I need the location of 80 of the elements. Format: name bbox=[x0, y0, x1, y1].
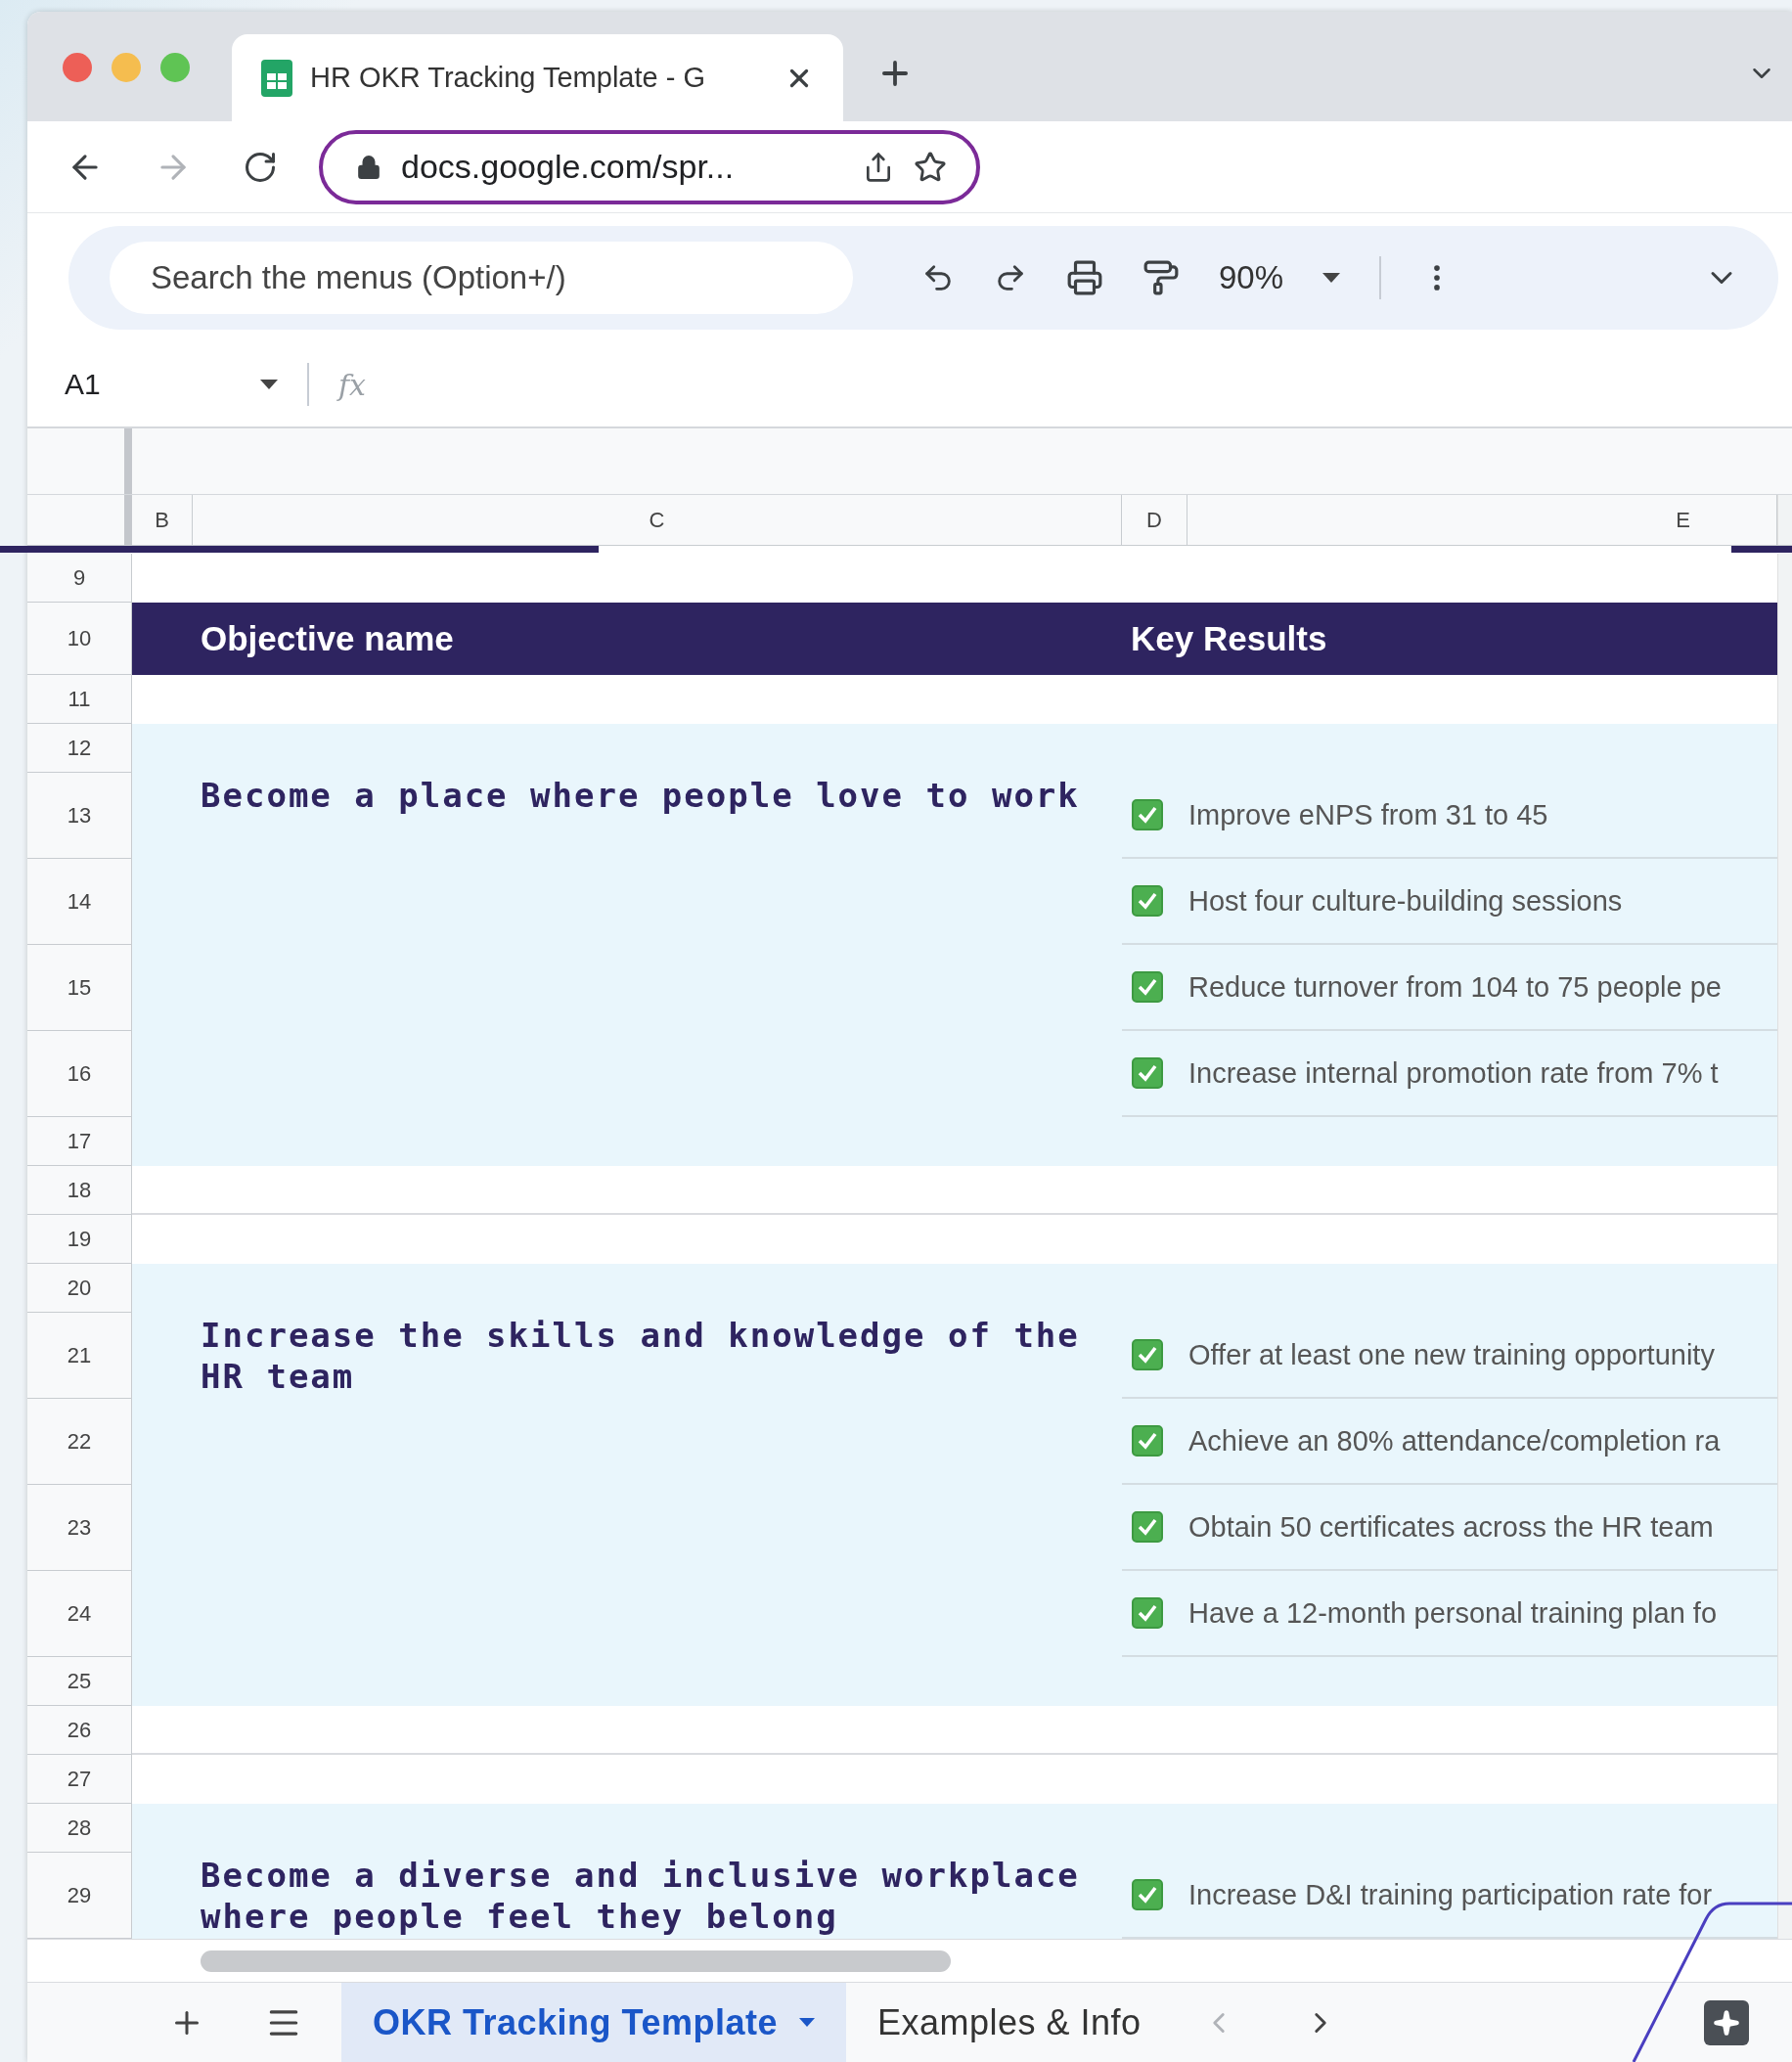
objective-title: Increase the skills and knowledge of the HR team bbox=[200, 1315, 1081, 1397]
row-number[interactable]: 18 bbox=[27, 1166, 131, 1215]
caret-icon[interactable] bbox=[798, 2018, 815, 2027]
checkbox[interactable] bbox=[1132, 885, 1163, 917]
row-number[interactable]: 27 bbox=[27, 1755, 131, 1804]
row-number[interactable]: 29 bbox=[27, 1853, 131, 1939]
key-result-text: Achieve an 80% attendance/completion ra bbox=[1188, 1424, 1721, 1457]
checkmark-icon bbox=[1137, 1885, 1158, 1905]
checkmark-icon bbox=[1137, 977, 1158, 997]
horizontal-scrollbar[interactable] bbox=[201, 1950, 951, 1972]
checkmark-icon bbox=[1137, 891, 1158, 911]
caret-icon[interactable] bbox=[1322, 273, 1341, 283]
cell-reference[interactable]: A1 bbox=[65, 368, 231, 401]
key-result-text: Improve eNPS from 31 to 45 bbox=[1188, 798, 1548, 831]
checkbox[interactable] bbox=[1132, 1879, 1163, 1910]
address-bar[interactable]: docs.google.com/spr... bbox=[319, 129, 980, 204]
checkmark-icon bbox=[1137, 1603, 1158, 1623]
checkbox[interactable] bbox=[1132, 1339, 1163, 1370]
row-number[interactable]: 17 bbox=[27, 1117, 131, 1166]
close-window-button[interactable] bbox=[63, 53, 92, 82]
menu-search-field[interactable]: Search the menus (Option+/) bbox=[110, 242, 853, 314]
header-text: Key Results bbox=[1131, 619, 1327, 658]
tab-title: HR OKR Tracking Template - G bbox=[310, 62, 706, 94]
key-result-text: Host four culture-building sessions bbox=[1188, 884, 1623, 918]
zoom-level[interactable]: 90% bbox=[1219, 259, 1284, 296]
key-result-text: Increase internal promotion rate from 7% t bbox=[1188, 1056, 1719, 1090]
bookmark-star-icon[interactable] bbox=[914, 150, 947, 184]
caret-icon[interactable] bbox=[260, 380, 278, 389]
checkmark-icon bbox=[1137, 1063, 1158, 1083]
row-number[interactable]: 12 bbox=[27, 724, 131, 773]
header-text: Objective name bbox=[201, 619, 454, 658]
key-result-text: Reduce turnover from 104 to 75 people pe bbox=[1188, 970, 1722, 1004]
checkbox[interactable] bbox=[1132, 1057, 1163, 1089]
row-number[interactable]: 16 bbox=[27, 1031, 131, 1117]
row-number[interactable]: 11 bbox=[27, 675, 131, 724]
sparkle-icon bbox=[1713, 2008, 1740, 2037]
row-number[interactable]: 14 bbox=[27, 859, 131, 945]
row-number[interactable]: 28 bbox=[27, 1804, 131, 1853]
row-number[interactable]: 15 bbox=[27, 945, 131, 1031]
checkmark-icon bbox=[1137, 805, 1158, 825]
checkmark-icon bbox=[1137, 1517, 1158, 1537]
key-result-text: Increase D&I training participation rate for bbox=[1188, 1878, 1713, 1911]
column-header[interactable]: D bbox=[1122, 495, 1187, 545]
row-number[interactable]: 21 bbox=[27, 1313, 131, 1399]
vertical-scrollbar[interactable] bbox=[1777, 554, 1792, 1939]
row-number[interactable]: 19 bbox=[27, 1215, 131, 1264]
checkmark-icon bbox=[1137, 1431, 1158, 1451]
row-number[interactable]: 20 bbox=[27, 1264, 131, 1313]
browser-tab[interactable]: HR OKR Tracking Template - G bbox=[232, 34, 843, 121]
key-result-text: Offer at least one new training opportunity bbox=[1188, 1338, 1715, 1371]
lock-icon bbox=[356, 154, 381, 180]
checkbox[interactable] bbox=[1132, 1597, 1163, 1629]
key-result-text: Have a 12-month personal training plan fo bbox=[1188, 1596, 1718, 1630]
objective-title: Become a diverse and inclusive workplace where people feel they belong bbox=[200, 1855, 1081, 1937]
checkbox[interactable] bbox=[1132, 1511, 1163, 1543]
checkmark-icon bbox=[1137, 1345, 1158, 1365]
spreadsheet-icon bbox=[261, 59, 292, 97]
row-number[interactable]: 13 bbox=[27, 773, 131, 859]
column-header[interactable]: B bbox=[132, 495, 193, 545]
key-result-text: Obtain 50 certificates across the HR team bbox=[1188, 1510, 1714, 1544]
paint-format-icon[interactable] bbox=[1142, 259, 1180, 296]
row-number[interactable]: 26 bbox=[27, 1706, 131, 1755]
url-text: docs.google.com/spr... bbox=[401, 148, 736, 186]
row-number[interactable]: 22 bbox=[27, 1399, 131, 1485]
print-icon[interactable] bbox=[1066, 259, 1103, 296]
row-number[interactable]: 9 bbox=[27, 554, 131, 603]
formula-label: fx bbox=[338, 367, 367, 402]
checkbox[interactable] bbox=[1132, 1425, 1163, 1457]
row-number[interactable]: 25 bbox=[27, 1657, 131, 1706]
sheet-tab[interactable]: Examples & Info bbox=[845, 1983, 1173, 2062]
explore-button[interactable] bbox=[1704, 1999, 1749, 2045]
checkbox[interactable] bbox=[1132, 971, 1163, 1003]
checkbox[interactable] bbox=[1132, 799, 1163, 830]
sheet-tab[interactable]: OKR Tracking Template bbox=[341, 1983, 846, 2062]
objective-title: Become a place where people love to work bbox=[200, 775, 1081, 816]
vertical-scrollbar[interactable] bbox=[1777, 495, 1792, 545]
row-number[interactable]: 23 bbox=[27, 1485, 131, 1571]
column-header[interactable]: C bbox=[193, 495, 1122, 545]
row-number[interactable]: 24 bbox=[27, 1571, 131, 1657]
row-number[interactable]: 10 bbox=[27, 603, 131, 675]
